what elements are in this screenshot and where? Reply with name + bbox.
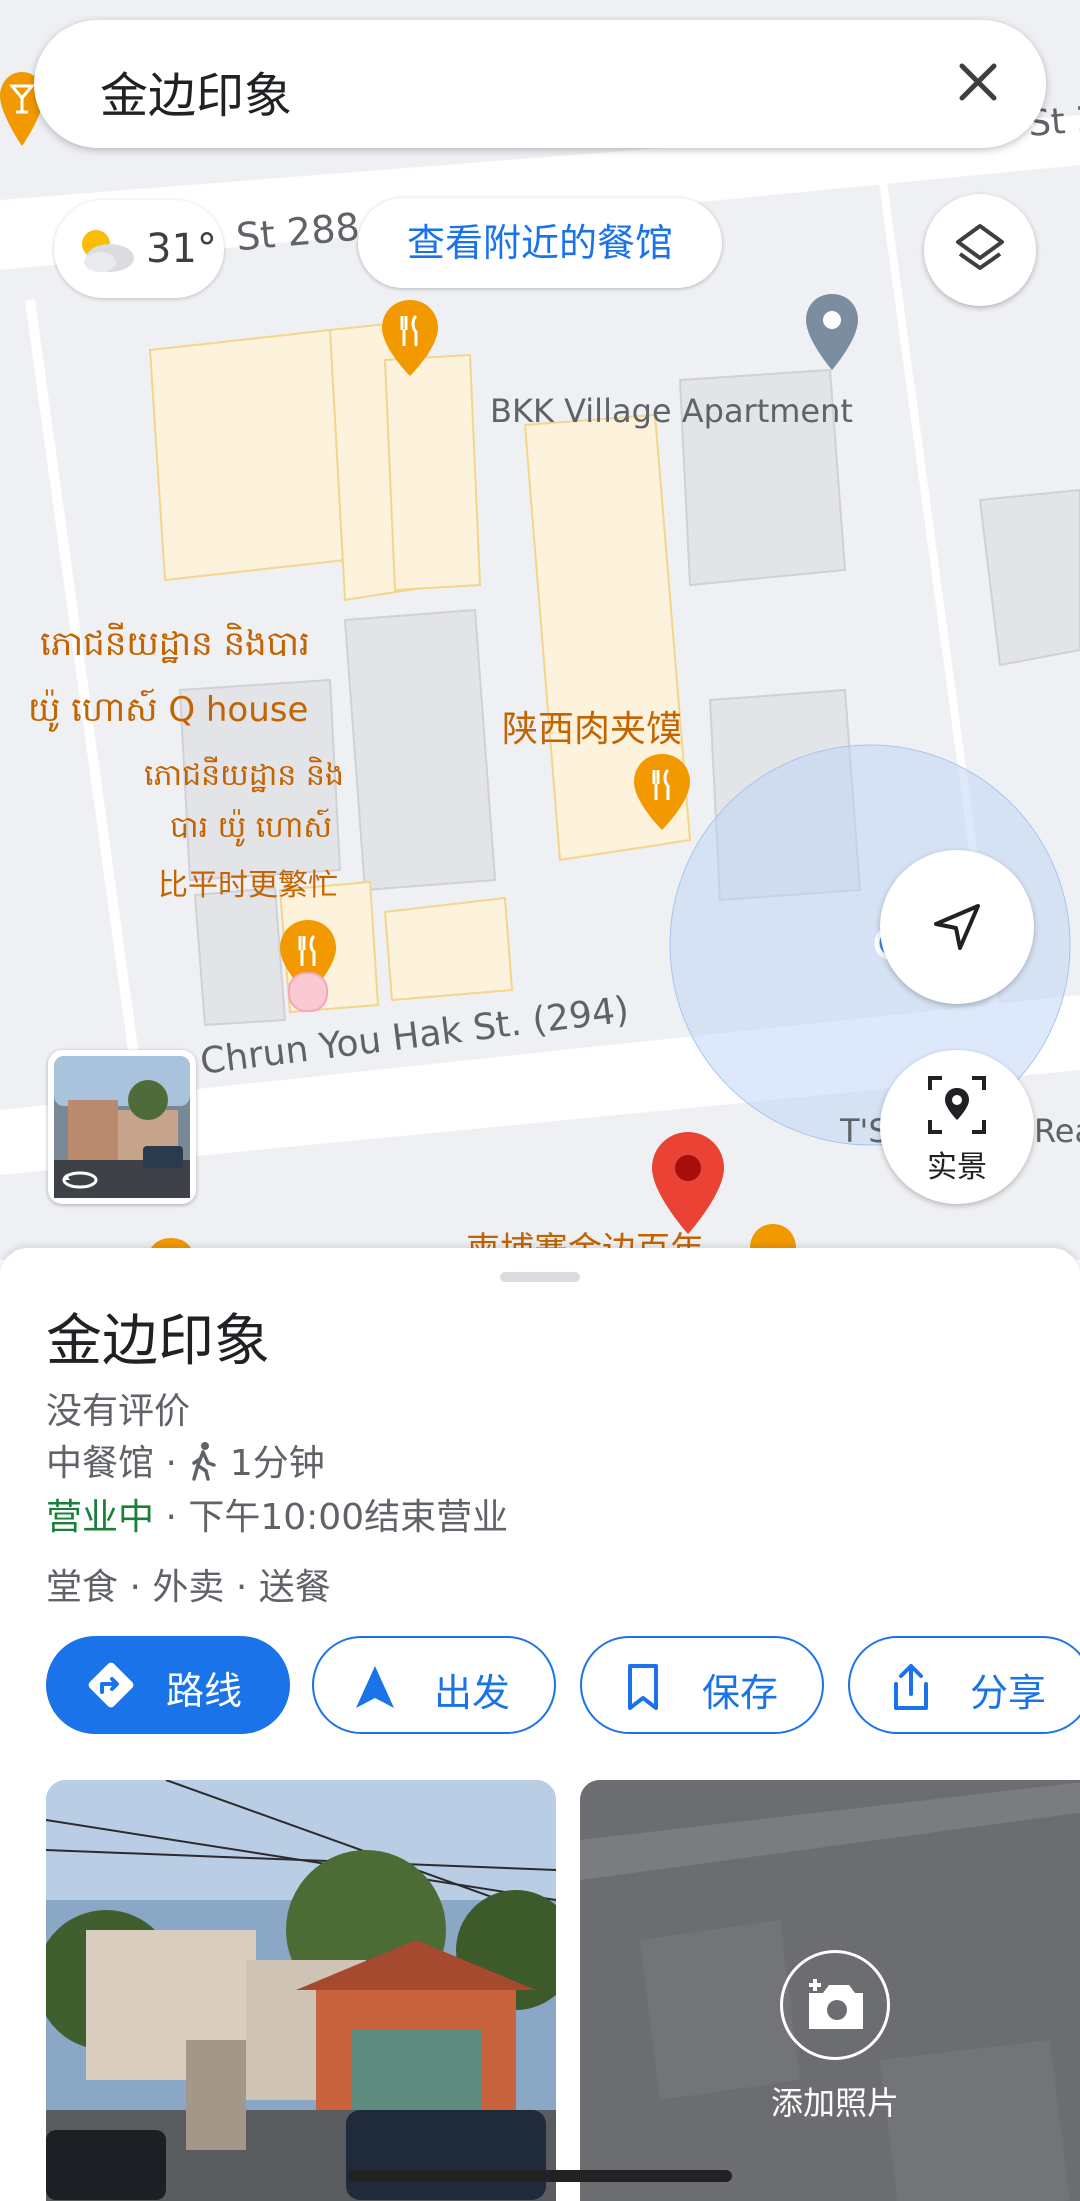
- restaurant-pin-icon[interactable]: [380, 298, 440, 378]
- directions-label: 路线: [166, 1669, 243, 1713]
- separator: ·: [165, 1443, 189, 1484]
- category: 中餐馆: [46, 1443, 155, 1484]
- live-view-label: 实景: [927, 1150, 987, 1185]
- poi-label: ភោជនីយដ្ឋាន និង: [144, 758, 344, 793]
- layers-button[interactable]: [924, 194, 1036, 306]
- place-name: 金边印象: [46, 1309, 270, 1374]
- separator: ·: [129, 1567, 153, 1608]
- open-status: 营业中: [46, 1497, 155, 1538]
- busy-dot: [288, 972, 328, 1012]
- poi-label: ភោជនីយដ្ឋាន និងបារ: [40, 624, 310, 664]
- live-view-icon: [928, 1076, 986, 1134]
- drag-handle[interactable]: [500, 1272, 580, 1282]
- walk-time: 1分钟: [229, 1443, 325, 1484]
- save-label: 保存: [702, 1671, 779, 1715]
- layers-icon: [956, 224, 1004, 270]
- navigation-icon: [356, 1666, 394, 1708]
- separator: ·: [235, 1567, 259, 1608]
- add-photo-tile[interactable]: 添加照片: [580, 1780, 1080, 2201]
- rating-text: 没有评价: [46, 1391, 191, 1432]
- weather-chip[interactable]: 31°: [54, 200, 224, 298]
- service: 送餐: [258, 1567, 331, 1608]
- share-button[interactable]: 分享: [848, 1636, 1080, 1734]
- temperature: 31°: [146, 226, 217, 272]
- directions-button[interactable]: 路线: [46, 1636, 290, 1734]
- rotate-360-icon: [62, 1171, 98, 1189]
- add-photo-icon: [809, 1979, 863, 2029]
- live-view-button[interactable]: 实景: [880, 1050, 1034, 1204]
- share-icon: [894, 1664, 928, 1710]
- directions-icon: [88, 1662, 134, 1708]
- search-query[interactable]: 金边印象: [100, 56, 292, 126]
- poi-label: BKK Village Apartment: [490, 392, 853, 430]
- closing-time: 下午10:00结束营业: [188, 1497, 509, 1538]
- service: 堂食: [46, 1567, 119, 1608]
- poi-label: បារ យ៉ូ ហោស៍: [170, 810, 332, 845]
- place-photo[interactable]: [46, 1780, 556, 2201]
- close-icon[interactable]: [950, 54, 1006, 110]
- add-photo-label: 添加照片: [770, 2084, 899, 2122]
- nearby-restaurants-chip[interactable]: 查看附近的餐馆: [358, 198, 722, 288]
- poi-label: 比平时更繁忙: [158, 868, 338, 903]
- save-button[interactable]: 保存: [580, 1636, 824, 1734]
- share-label: 分享: [970, 1671, 1047, 1715]
- place-pin-icon[interactable]: [804, 292, 860, 372]
- separator: ·: [165, 1497, 189, 1538]
- place-details-sheet[interactable]: 金边印象 没有评价 中餐馆 · 1分钟 营业中 · 下午10:00结束营业 堂食…: [0, 1248, 1080, 2201]
- walking-icon: [192, 1442, 217, 1481]
- partly-cloudy-icon: [82, 230, 134, 272]
- my-location-button[interactable]: [880, 850, 1034, 1004]
- poi-label: យ៉ូ ហោស៍ Q house: [28, 690, 309, 730]
- start-label: 出发: [434, 1671, 511, 1715]
- category-line: 中餐馆 · 1分钟: [46, 1434, 325, 1486]
- service: 外卖: [152, 1567, 225, 1608]
- bookmark-icon: [628, 1664, 658, 1710]
- restaurant-pin-icon[interactable]: [632, 752, 692, 832]
- services-line: 堂食 · 外卖 · 送餐: [46, 1558, 331, 1610]
- poi-label: 陕西肉夹馍: [502, 709, 683, 750]
- street-view-thumbnail[interactable]: [48, 1050, 196, 1204]
- start-button[interactable]: 出发: [312, 1636, 556, 1734]
- street-photo: [46, 1780, 556, 2201]
- home-indicator: [348, 2170, 732, 2182]
- navigation-arrow-icon: [934, 904, 980, 950]
- hours-line: 营业中 · 下午10:00结束营业: [46, 1488, 508, 1540]
- add-photo-button[interactable]: [780, 1950, 890, 2060]
- search-bar[interactable]: 金边印象: [34, 20, 1046, 148]
- poi-label: Rea: [1034, 1112, 1080, 1150]
- selected-place-pin-icon[interactable]: [650, 1130, 726, 1236]
